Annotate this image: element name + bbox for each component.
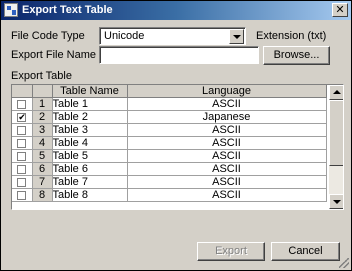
row-checkbox[interactable] — [17, 125, 27, 135]
row-check-cell[interactable] — [12, 123, 33, 137]
column-header-table-name[interactable]: Table Name — [52, 85, 128, 98]
row-check-cell[interactable] — [12, 136, 33, 150]
row-checkbox[interactable]: ✔ — [17, 112, 27, 122]
row-language[interactable]: Japanese — [127, 110, 327, 124]
row-language[interactable]: ASCII — [127, 149, 327, 163]
chevron-up-icon — [333, 90, 341, 94]
row-number: 1 — [32, 97, 53, 111]
row-language[interactable]: ASCII — [127, 188, 327, 202]
row-checkbox[interactable] — [17, 190, 27, 200]
app-icon — [4, 3, 18, 17]
extension-label: Extension (txt) — [256, 30, 327, 42]
chevron-down-icon — [233, 35, 241, 39]
file-code-type-select[interactable]: Unicode — [99, 27, 246, 45]
row-table-name[interactable]: Table 7 — [52, 175, 128, 189]
row-language[interactable]: ASCII — [127, 175, 327, 189]
table-row[interactable]: 8 Table 8 ASCII — [12, 188, 327, 202]
chevron-down-icon — [333, 200, 341, 204]
row-table-name[interactable]: Table 1 — [52, 97, 128, 111]
export-button[interactable]: Export — [197, 242, 265, 261]
row-number: 2 — [32, 110, 53, 124]
table-row[interactable]: 5 Table 5 ASCII — [12, 149, 327, 163]
row-language[interactable]: ASCII — [127, 97, 327, 111]
row-table-name[interactable]: Table 6 — [52, 162, 128, 176]
table-row[interactable]: 4 Table 4 ASCII — [12, 136, 327, 150]
table-row[interactable]: ✔ 2 Table 2 Japanese — [12, 110, 327, 124]
browse-button[interactable]: Browse... — [263, 46, 330, 65]
export-file-name-label: Export File Name — [11, 49, 96, 61]
row-check-cell[interactable] — [12, 188, 33, 202]
row-language[interactable]: ASCII — [127, 162, 327, 176]
row-check-cell[interactable] — [12, 97, 33, 111]
table-row[interactable]: 7 Table 7 ASCII — [12, 175, 327, 189]
export-table: Table Name Language 1 Table 1 ASCII ✔ 2 Table… — [12, 85, 327, 202]
dropdown-arrow-button[interactable] — [229, 29, 244, 44]
export-file-name-input[interactable] — [99, 46, 259, 64]
export-text-table-dialog: Export Text Table ✕ File Code Type Unico… — [0, 0, 352, 271]
row-checkbox[interactable] — [17, 177, 27, 187]
dialog-title: Export Text Table — [22, 4, 113, 16]
scroll-down-button[interactable] — [329, 194, 343, 209]
row-number: 3 — [32, 123, 53, 137]
row-checkbox[interactable] — [17, 151, 27, 161]
table-row[interactable]: 3 Table 3 ASCII — [12, 123, 327, 137]
row-number: 6 — [32, 162, 53, 176]
row-number: 8 — [32, 188, 53, 202]
row-number: 4 — [32, 136, 53, 150]
table-row[interactable]: 6 Table 6 ASCII — [12, 162, 327, 176]
resize-grip-icon[interactable] — [339, 258, 349, 268]
table-vertical-scrollbar[interactable] — [329, 85, 343, 209]
row-check-cell[interactable] — [12, 149, 33, 163]
row-table-name[interactable]: Table 4 — [52, 136, 128, 150]
row-check-cell[interactable] — [12, 175, 33, 189]
row-check-cell[interactable]: ✔ — [12, 110, 33, 124]
cancel-button[interactable]: Cancel — [271, 242, 340, 261]
row-table-name[interactable]: Table 2 — [52, 110, 128, 124]
export-table-label: Export Table — [11, 70, 72, 82]
close-button[interactable]: ✕ — [332, 3, 348, 17]
column-header-language[interactable]: Language — [127, 85, 327, 98]
row-table-name[interactable]: Table 8 — [52, 188, 128, 202]
row-checkbox[interactable] — [17, 138, 27, 148]
file-code-type-value: Unicode — [104, 30, 145, 42]
table-row[interactable]: 1 Table 1 ASCII — [12, 97, 327, 111]
column-header-check[interactable] — [12, 85, 33, 98]
row-number: 5 — [32, 149, 53, 163]
row-checkbox[interactable] — [17, 99, 27, 109]
row-language[interactable]: ASCII — [127, 136, 327, 150]
row-language[interactable]: ASCII — [127, 123, 327, 137]
scroll-thumb[interactable] — [329, 100, 343, 166]
row-number: 7 — [32, 175, 53, 189]
row-table-name[interactable]: Table 3 — [52, 123, 128, 137]
column-header-number[interactable] — [32, 85, 53, 98]
title-bar[interactable]: Export Text Table ✕ — [1, 1, 351, 20]
row-check-cell[interactable] — [12, 162, 33, 176]
scroll-up-button[interactable] — [329, 85, 343, 100]
row-table-name[interactable]: Table 5 — [52, 149, 128, 163]
file-code-type-label: File Code Type — [11, 30, 85, 42]
row-checkbox[interactable] — [17, 164, 27, 174]
export-table-grid: Table Name Language 1 Table 1 ASCII ✔ 2 Table… — [11, 84, 344, 210]
